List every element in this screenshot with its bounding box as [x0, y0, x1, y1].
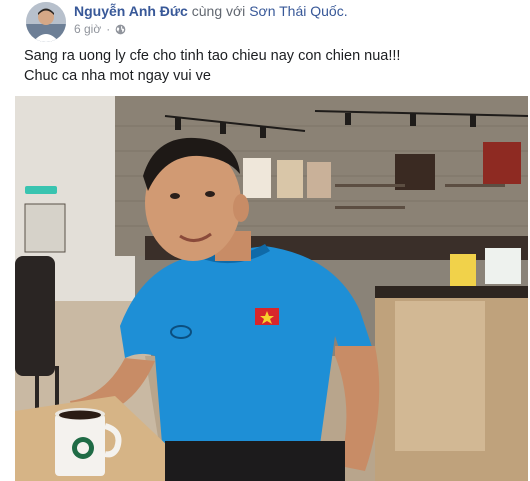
author-line: Nguyễn Anh Đức cùng với Sơn Thái Quốc. — [74, 3, 348, 20]
meta-separator: · — [106, 22, 111, 36]
with-text: cùng với — [191, 3, 246, 19]
cafe-photo-illustration — [15, 96, 528, 481]
post-photo[interactable] — [15, 96, 528, 481]
post-header: Nguyễn Anh Đức cùng với Sơn Thái Quốc. 6… — [0, 0, 530, 44]
post-text-line: Sang ra uong ly cfe cho tinh tao chieu n… — [24, 48, 401, 64]
author-name-link[interactable]: Nguyễn Anh Đức — [74, 3, 188, 19]
author-avatar[interactable] — [26, 2, 66, 42]
post-text: Sang ra uong ly cfe cho tinh tao chieu n… — [24, 46, 514, 86]
post-meta: 6 giờ · — [74, 22, 126, 37]
globe-icon[interactable] — [115, 24, 126, 35]
tagged-person-link[interactable]: Sơn Thái Quốc. — [249, 3, 347, 19]
post-text-line: Chuc ca nha mot ngay vui ve — [24, 68, 211, 84]
post-timestamp[interactable]: 6 giờ — [74, 22, 101, 37]
